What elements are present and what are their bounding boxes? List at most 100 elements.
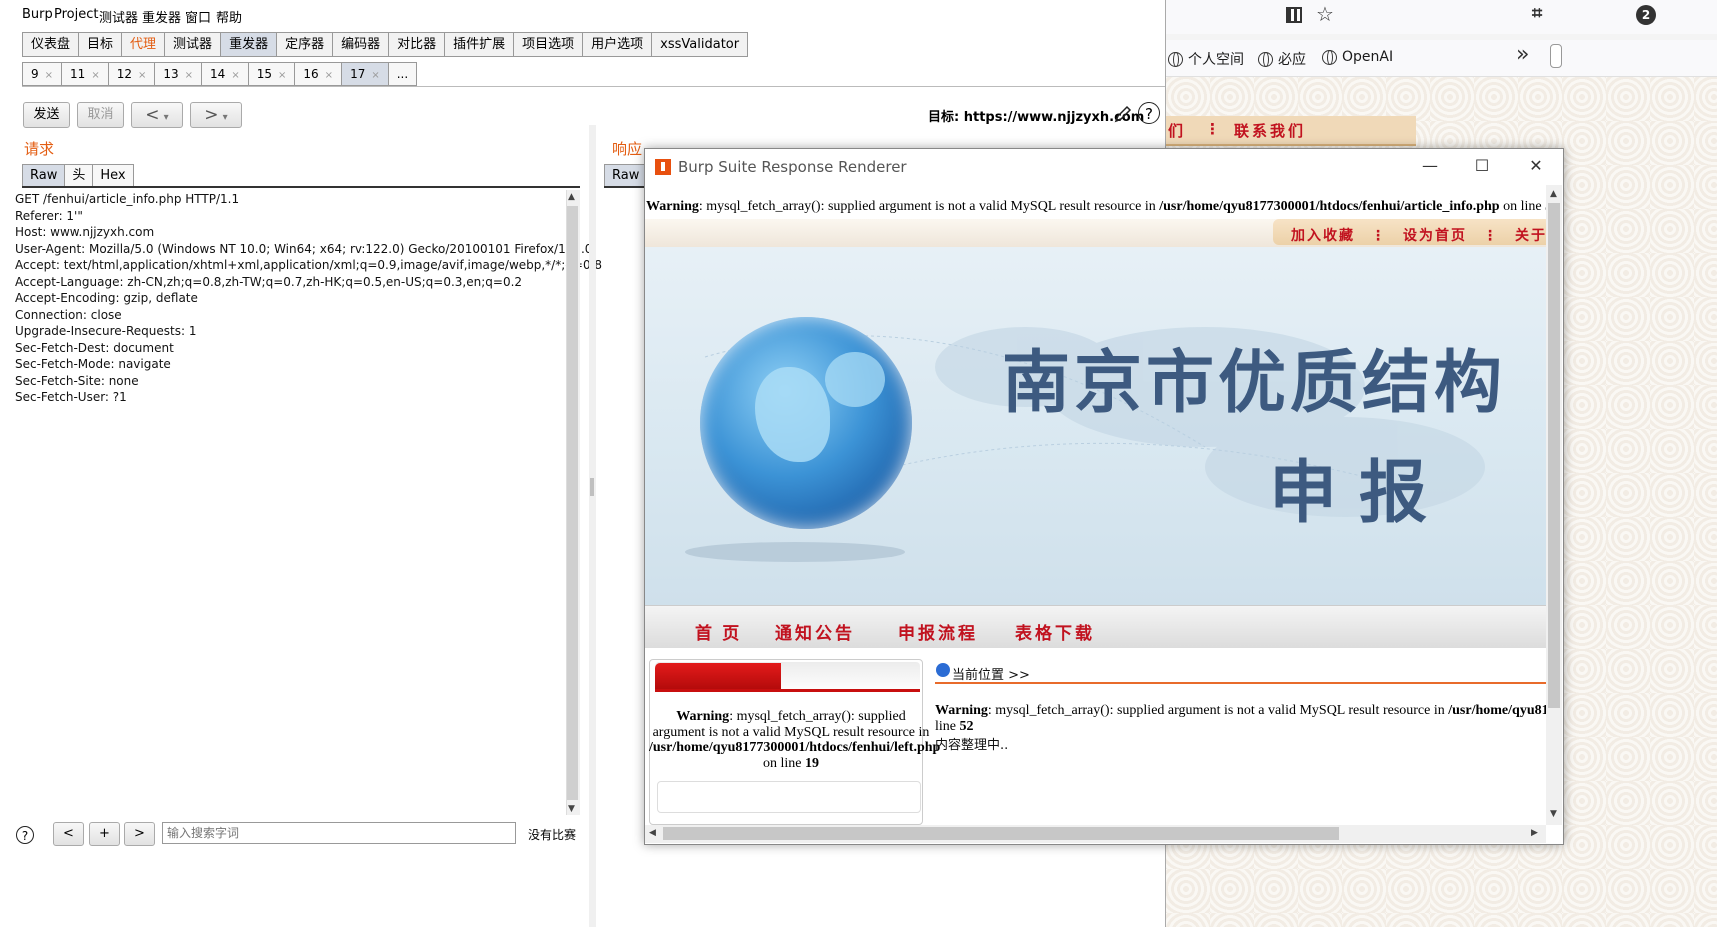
nav-notices[interactable]: 通知公告 — [775, 619, 855, 644]
browser-toolbar: ☆ 2 ⌗ — [1166, 0, 1717, 34]
close-tab-icon[interactable]: × — [45, 70, 53, 81]
left-inner-box — [657, 781, 921, 813]
help-icon[interactable]: ? — [1138, 102, 1160, 124]
tab-hex[interactable]: Hex — [92, 164, 134, 188]
dropdown-arrow-icon: ▾ — [163, 112, 169, 123]
tab-comparer[interactable]: 对比器 — [388, 32, 445, 57]
minimize-button[interactable]: — — [1415, 155, 1445, 177]
send-button[interactable]: 发送 — [23, 102, 70, 128]
scroll-up-icon[interactable]: ▲ — [1550, 189, 1557, 199]
scrollbar-thumb[interactable] — [663, 827, 1339, 840]
split-pane-grip[interactable] — [590, 478, 594, 496]
renderer-title-bar[interactable]: Burp Suite Response Renderer — ☐ ✕ — [645, 149, 1563, 185]
scroll-down-icon[interactable]: ▼ — [1550, 809, 1557, 819]
tab-target[interactable]: 目标 — [78, 32, 122, 57]
extension-badge-icon[interactable]: 2 — [1636, 5, 1656, 25]
php-warning-right-line: line 52 — [935, 719, 974, 734]
scrollbar-thumb[interactable] — [567, 206, 578, 800]
back-button[interactable]: < ▾ — [131, 102, 183, 128]
maximize-button[interactable]: ☐ — [1467, 155, 1497, 177]
request-line: GET /fenhui/article_info.php HTTP/1.1 — [15, 192, 240, 206]
bookmark-personal-space[interactable]: 个人空间 — [1168, 49, 1244, 69]
close-tab-icon[interactable]: × — [185, 70, 193, 81]
banner-title-line1: 南京市优质结构 — [1002, 344, 1507, 423]
request-line: Upgrade-Insecure-Requests: 1 — [15, 324, 197, 338]
repeater-tab[interactable]: 13 × — [154, 62, 202, 86]
menu-window[interactable]: 窗口 — [185, 7, 211, 26]
tab-intruder[interactable]: 测试器 — [164, 32, 221, 57]
close-button[interactable]: ✕ — [1521, 155, 1551, 177]
star-bookmark-icon[interactable]: ☆ — [1316, 2, 1334, 26]
repeater-tab[interactable]: 14 × — [201, 62, 248, 86]
tab-project-options[interactable]: 项目选项 — [513, 32, 583, 57]
help-icon[interactable]: ? — [16, 826, 34, 844]
repeater-tab-active[interactable]: 17 × — [341, 62, 388, 86]
menu-project[interactable]: Project — [54, 7, 98, 22]
close-tab-icon[interactable]: × — [325, 70, 333, 81]
scrollbar-thumb[interactable] — [1548, 203, 1560, 708]
previous-match-button[interactable]: < — [53, 822, 84, 846]
tab-raw[interactable]: Raw — [22, 164, 65, 188]
tab-dashboard[interactable]: 仪表盘 — [22, 32, 79, 57]
site-top-links[interactable]: 加入收藏 ⋮ 设为首页 ⋮ 关于 — [1291, 225, 1546, 245]
divider — [22, 86, 1165, 87]
scroll-left-icon[interactable]: ◀ — [649, 828, 656, 838]
nav-home[interactable]: 首 页 — [695, 619, 742, 644]
split-pane-divider[interactable] — [589, 125, 596, 927]
nav-downloads[interactable]: 表格下载 — [1015, 619, 1095, 644]
qr-code-icon[interactable] — [1286, 7, 1302, 23]
bookmark-openai[interactable]: OpenAI — [1322, 49, 1393, 65]
separator-icon: ⋮ — [1205, 120, 1220, 138]
nav-process[interactable]: 申报流程 — [898, 619, 978, 644]
forward-button[interactable]: > ▾ — [190, 102, 242, 128]
crop-icon[interactable]: ⌗ — [1532, 3, 1542, 24]
repeater-tab[interactable]: 12 × — [107, 62, 155, 86]
new-tab-button[interactable]: ... — [387, 62, 418, 86]
close-tab-icon[interactable]: × — [138, 70, 146, 81]
scrollbar-top[interactable] — [1550, 44, 1562, 68]
response-view-tabs: Raw — [604, 164, 648, 188]
request-editor[interactable]: GET /fenhui/article_info.php HTTP/1.1 Re… — [12, 190, 602, 815]
repeater-tab[interactable]: 11 × — [61, 62, 108, 86]
add-button[interactable]: + — [89, 822, 120, 846]
banner-title-line2: 申报 — [1269, 454, 1450, 533]
tab-proxy[interactable]: 代理 — [121, 32, 165, 57]
window-title: Burp Suite Response Renderer — [678, 158, 907, 176]
close-tab-icon[interactable]: × — [371, 70, 379, 81]
tab-extender[interactable]: 插件扩展 — [444, 32, 514, 57]
globe-icon — [1322, 49, 1337, 65]
php-warning-right: Warning: mysql_fetch_array(): supplied a… — [935, 703, 1546, 718]
close-tab-icon[interactable]: × — [91, 70, 99, 81]
close-tab-icon[interactable]: × — [231, 70, 239, 81]
globe-icon — [1168, 51, 1183, 67]
menu-help[interactable]: 帮助 — [216, 7, 242, 26]
tab-sequencer[interactable]: 定序器 — [276, 32, 333, 57]
pencil-edit-icon[interactable] — [1113, 104, 1133, 124]
menu-burp[interactable]: Burp — [22, 7, 53, 22]
request-line: Sec-Fetch-Dest: document — [15, 340, 174, 355]
scroll-up-icon[interactable]: ▲ — [568, 192, 575, 202]
close-tab-icon[interactable]: × — [278, 70, 286, 81]
request-line: Host: www.njjzyxh.com — [15, 225, 155, 239]
repeater-tab[interactable]: 9 × — [22, 62, 62, 86]
next-match-button[interactable]: > — [124, 822, 155, 846]
tab-xssvalidator[interactable]: xssValidator — [651, 32, 749, 57]
contact-us-link[interactable]: 联系我们 — [1234, 120, 1306, 141]
repeater-tab[interactable]: 15 × — [247, 62, 295, 86]
scroll-right-icon[interactable]: ▶ — [1531, 828, 1538, 838]
scroll-down-icon[interactable]: ▼ — [568, 804, 575, 814]
repeater-tab[interactable]: 16 × — [294, 62, 342, 86]
tab-response-raw[interactable]: Raw — [604, 164, 648, 188]
menu-intruder[interactable]: 测试器 — [99, 7, 138, 26]
menu-repeater[interactable]: 重发器 — [142, 7, 181, 26]
globe-icon — [1258, 51, 1273, 67]
more-bookmarks-icon[interactable]: » — [1516, 42, 1529, 67]
bookmark-bing[interactable]: 必应 — [1258, 49, 1306, 69]
tab-user-options[interactable]: 用户选项 — [582, 32, 652, 57]
tab-headers[interactable]: 头 — [64, 164, 93, 188]
search-input[interactable] — [162, 822, 516, 844]
cancel-button[interactable]: 取消 — [77, 102, 124, 128]
tab-repeater[interactable]: 重发器 — [220, 32, 277, 57]
bookmarks-bar: 个人空间 必应 OpenAI » — [1166, 40, 1717, 77]
tab-decoder[interactable]: 编码器 — [332, 32, 389, 57]
